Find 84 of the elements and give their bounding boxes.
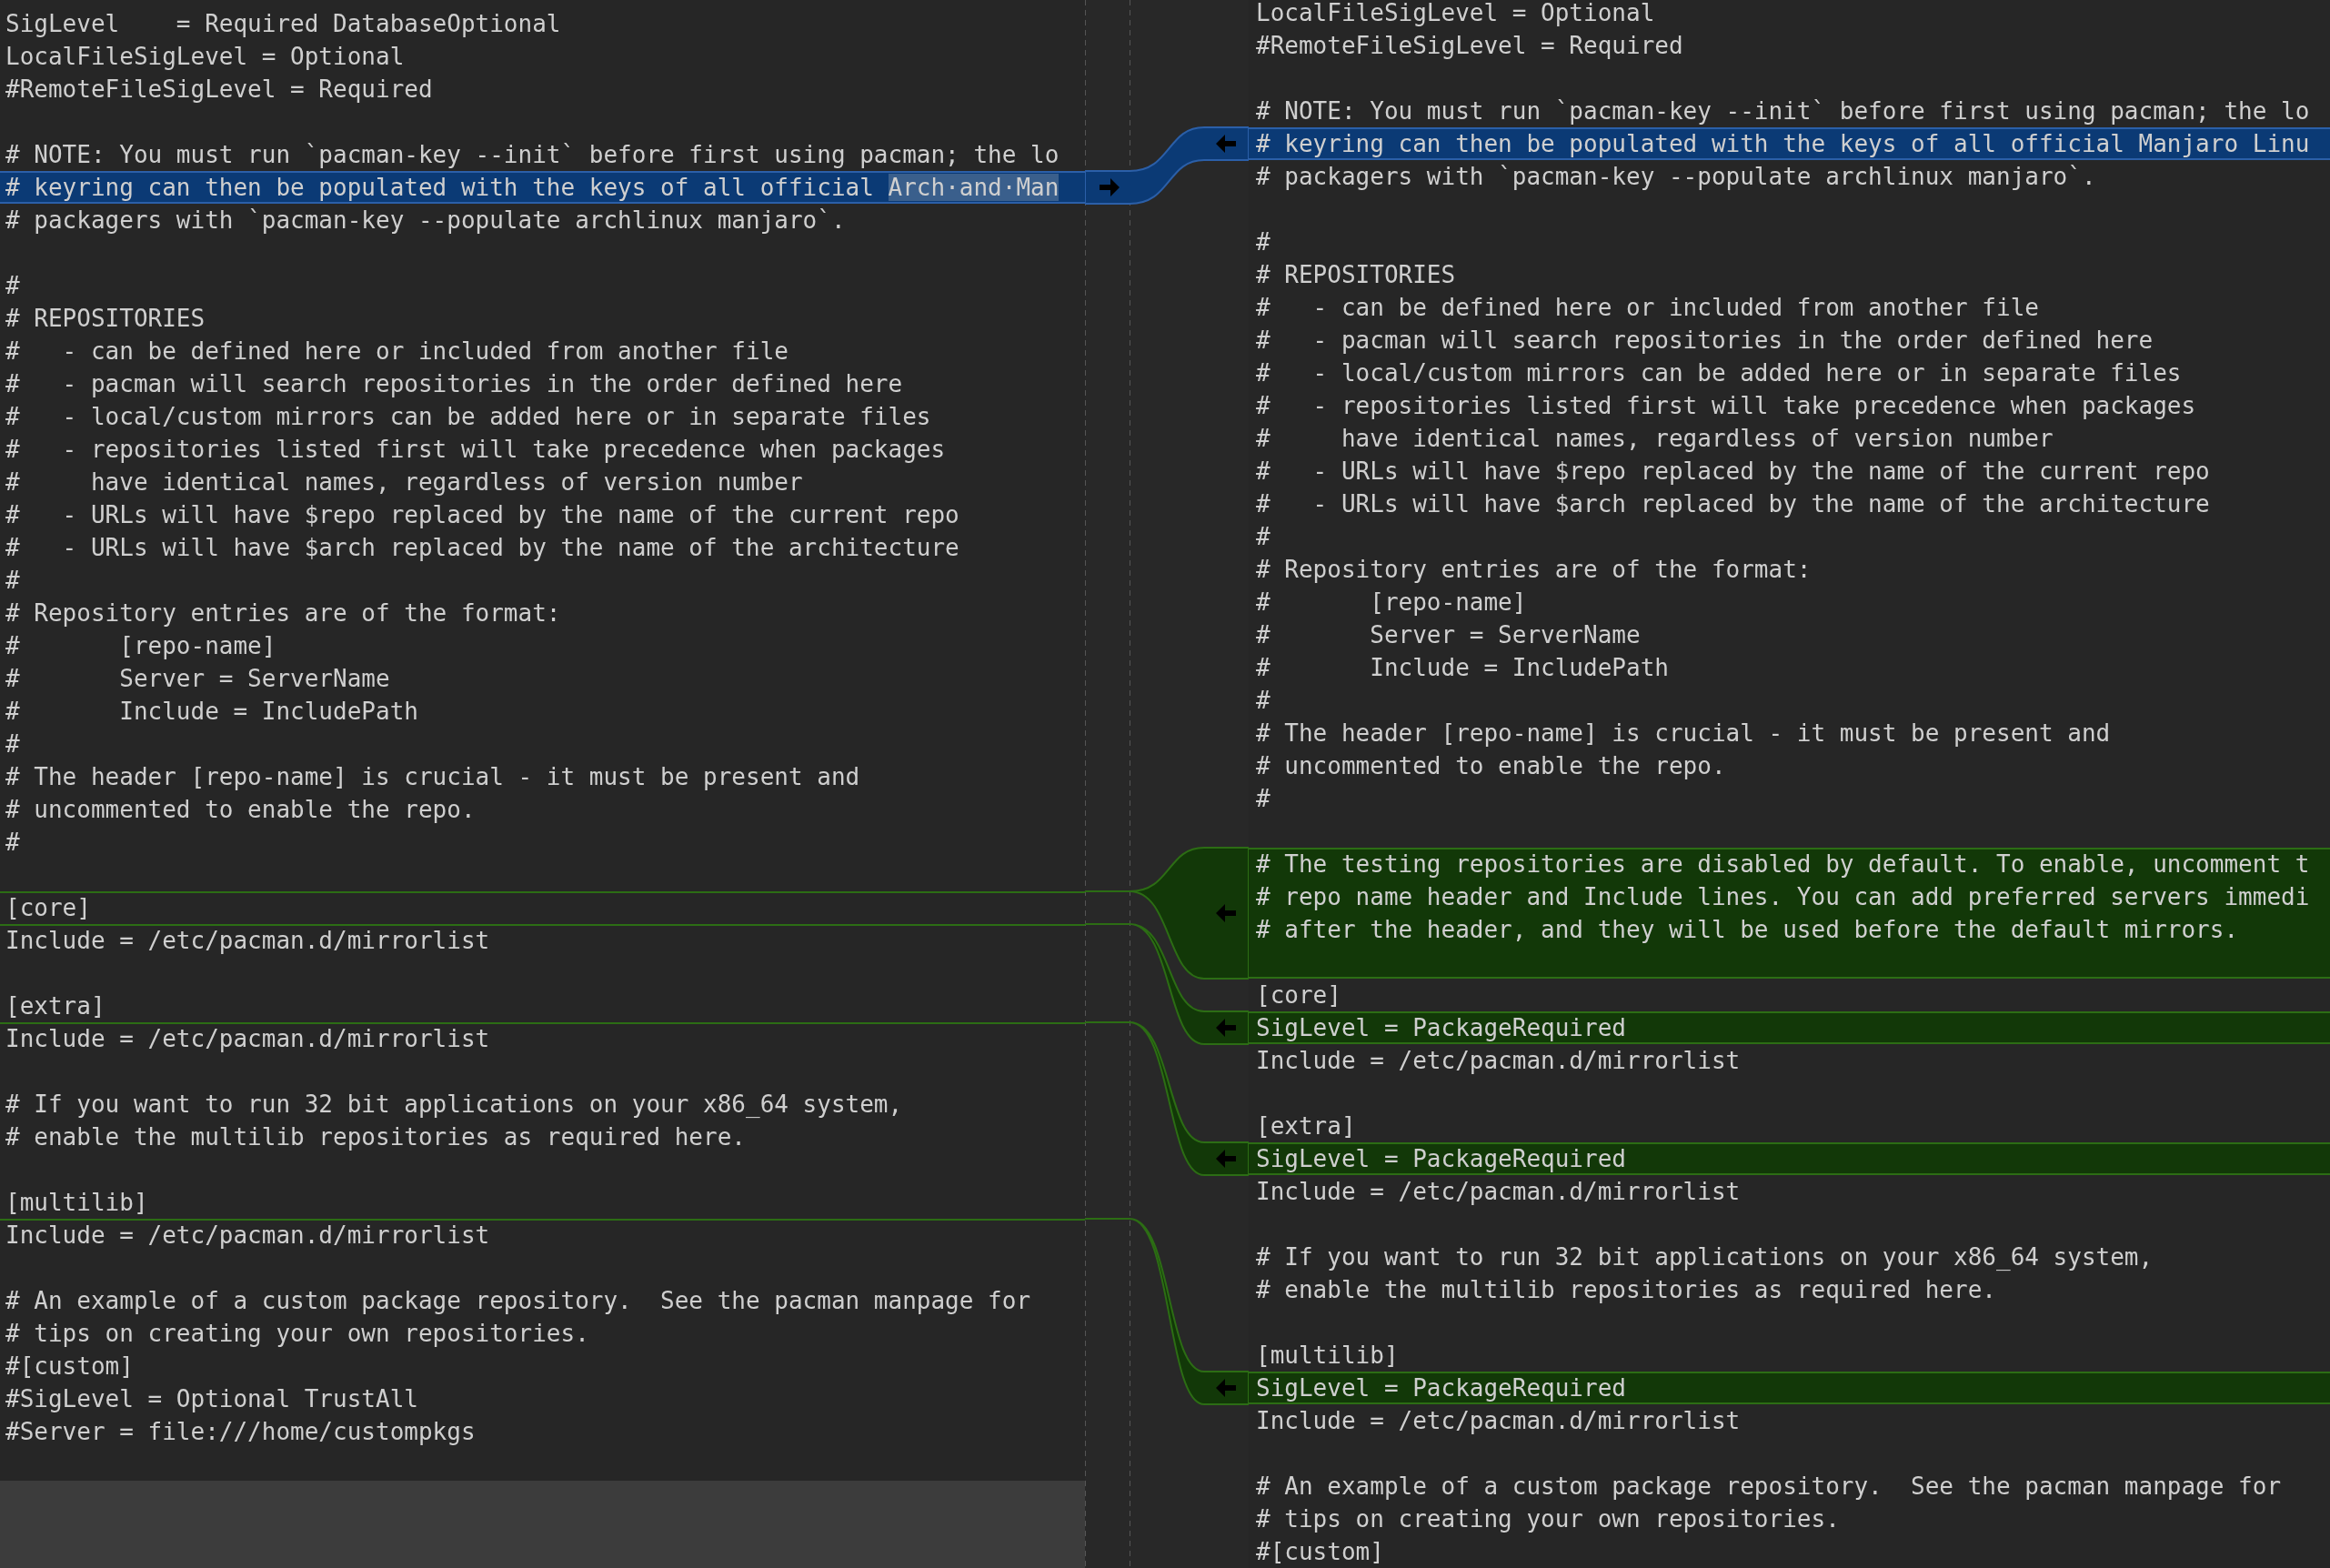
code-line: Include = /etc/pacman.d/mirrorlist — [1256, 1047, 1741, 1074]
code-line: # enable the multilib repositories as required here. — [5, 1123, 746, 1151]
code-line: # - local/custom mirrors can be added here or in separate files — [5, 403, 931, 430]
code-line: # - can be defined here or included from another file — [5, 337, 788, 365]
arrow-left-icon[interactable] — [1216, 904, 1236, 922]
arrow-right-icon[interactable] — [1100, 178, 1120, 196]
arrow-left-icon[interactable] — [1216, 1019, 1236, 1037]
code-line: Include = /etc/pacman.d/mirrorlist — [1256, 1178, 1741, 1205]
code-line: #[custom] — [1256, 1538, 1384, 1565]
inline-change: Arch·and·Man — [888, 174, 1060, 201]
arrow-left-icon[interactable] — [1216, 1150, 1236, 1168]
code-line: # NOTE: You must run `pacman-key --init` before first using pacman; the lo — [1256, 97, 2310, 125]
code-line: # — [1256, 523, 1270, 550]
code-line: # — [1256, 687, 1270, 714]
code-line: # — [5, 730, 20, 758]
code-line: # - repositories listed first will take precedence when packages — [1256, 392, 2196, 419]
code-line: # keyring can then be populated with the keys of all official — [5, 174, 875, 201]
code-line: # - URLs will have $arch replaced by the name of the architecture — [1256, 490, 2210, 518]
code-line: [extra] — [1256, 1112, 1356, 1140]
code-line: [multilib] — [1256, 1342, 1399, 1369]
code-line: # Server = ServerName — [1256, 621, 1641, 648]
code-line: # packagers with `pacman-key --populate archlinux manjaro`. — [5, 206, 846, 234]
arrow-left-icon[interactable] — [1216, 135, 1236, 153]
code-line: # The testing repositories are disabled by default. To enable, uncomment t — [1256, 850, 2310, 878]
code-line: # - URLs will have $repo replaced by the name of the current repo — [1256, 457, 2210, 485]
code-line: [core] — [1256, 981, 1341, 1009]
code-line: # have identical names, regardless of version number — [1256, 425, 2054, 452]
code-line: # REPOSITORIES — [5, 305, 206, 332]
code-line: # REPOSITORIES — [1256, 261, 1456, 288]
code-line: # uncommented to enable the repo. — [5, 796, 476, 823]
code-line: # tips on creating your own repositories. — [5, 1320, 589, 1347]
code-line: # - URLs will have $arch replaced by the name of the architecture — [5, 534, 959, 561]
code-line: # — [1256, 228, 1270, 256]
code-line: # - pacman will search repositories in the order defined here — [5, 370, 903, 397]
code-line: # — [5, 272, 20, 299]
code-line: # [repo-name] — [1256, 588, 1527, 616]
code-line: Include = /etc/pacman.d/mirrorlist — [5, 1025, 490, 1052]
code-line: # [repo-name] — [5, 632, 276, 659]
code-line: SigLevel = PackageRequired — [1256, 1374, 1626, 1402]
code-line: # after the header, and they will be used before the default mirrors. — [1256, 916, 2239, 943]
code-line: # - local/custom mirrors can be added here or in separate files — [1256, 359, 2182, 387]
code-line: # - pacman will search repositories in the order defined here — [1256, 327, 2154, 354]
code-line: Include = /etc/pacman.d/mirrorlist — [5, 927, 490, 954]
code-line: # The header [repo-name] is crucial - it must be present and — [1256, 719, 2111, 747]
code-line: # — [5, 829, 20, 856]
code-line: # Include = IncludePath — [1256, 654, 1669, 681]
code-line: # have identical names, regardless of version number — [5, 468, 803, 496]
code-line: # enable the multilib repositories as required here. — [1256, 1276, 1996, 1303]
code-line: # Include = IncludePath — [5, 698, 418, 725]
code-line: # An example of a custom package repository. See the pacman manpage for — [1256, 1473, 2282, 1500]
code-line: # — [5, 567, 20, 594]
code-line: LocalFileSigLevel = Optional — [5, 43, 405, 70]
code-line: # keyring can then be populated with the keys of all official Manjaro Linu — [1256, 130, 2310, 157]
code-line: #SigLevel = Optional TrustAll — [5, 1385, 418, 1412]
code-line: LocalFileSigLevel = Optional — [1256, 0, 1655, 26]
code-line: Include = /etc/pacman.d/mirrorlist — [5, 1221, 490, 1249]
code-line: #RemoteFileSigLevel = Required — [1256, 32, 1683, 59]
code-line: # uncommented to enable the repo. — [1256, 752, 1726, 779]
code-line: #[custom] — [5, 1352, 134, 1380]
code-line: [core] — [5, 894, 91, 921]
code-line: [multilib] — [5, 1189, 148, 1216]
code-line: #Server = file:///home/custompkgs — [5, 1418, 476, 1445]
code-line: # If you want to run 32 bit applications on your x86_64 system, — [1256, 1243, 2154, 1271]
code-line: # - can be defined here or included from another file — [1256, 294, 2039, 321]
code-line: # Server = ServerName — [5, 665, 390, 692]
code-line: # NOTE: You must run `pacman-key --init` before first using pacman; the lo — [5, 141, 1060, 168]
code-line: # packagers with `pacman-key --populate archlinux manjaro`. — [1256, 163, 2096, 190]
code-line: # tips on creating your own repositories. — [1256, 1505, 1840, 1533]
code-line: # - repositories listed first will take precedence when packages — [5, 436, 946, 463]
code-line: SigLevel = PackageRequired — [1256, 1014, 1626, 1041]
code-line: # - URLs will have $repo replaced by the name of the current repo — [5, 501, 959, 528]
code-line: # An example of a custom package repository. See the pacman manpage for — [5, 1287, 1031, 1314]
arrow-left-icon[interactable] — [1216, 1379, 1236, 1397]
code-line: # The header [repo-name] is crucial - it must be present and — [5, 763, 860, 790]
code-line: [extra] — [5, 992, 105, 1020]
code-line: # Repository entries are of the format: — [1256, 556, 1812, 583]
code-line: Include = /etc/pacman.d/mirrorlist — [1256, 1407, 1741, 1434]
code-line: SigLevel = PackageRequired — [1256, 1145, 1626, 1172]
code-line: # If you want to run 32 bit applications on your x86_64 system, — [5, 1091, 903, 1118]
code-line: # Repository entries are of the format: — [5, 599, 561, 627]
code-line: # repo name header and Include lines. You can add preferred servers immedi — [1256, 883, 2310, 910]
code-line: SigLevel = Required DatabaseOptional — [5, 10, 561, 37]
code-line: # — [1256, 785, 1270, 812]
code-line: #RemoteFileSigLevel = Required — [5, 75, 433, 103]
